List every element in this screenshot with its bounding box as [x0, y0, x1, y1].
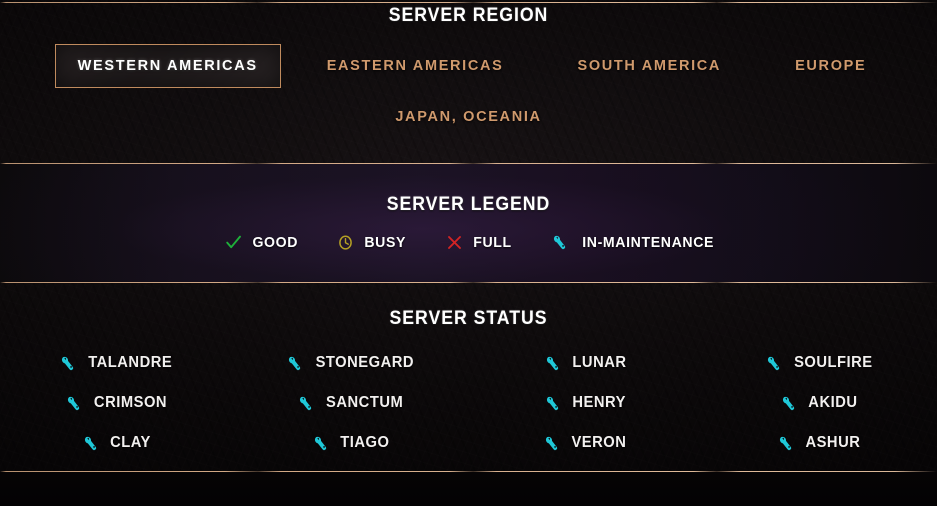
server-name: CLAY [110, 433, 152, 451]
clock-icon [339, 235, 353, 250]
wrench-icon [546, 396, 558, 410]
server-item[interactable]: HENRY [469, 388, 703, 417]
server-name: SOULFIRE [794, 353, 873, 371]
server-name: ASHUR [805, 433, 861, 451]
legend-item-good: GOOD [225, 234, 300, 251]
server-select-panel: SERVER REGION WESTERN AMERICAS EASTERN A… [0, 0, 937, 506]
server-item[interactable]: VERON [469, 428, 703, 457]
region-tab-south-america[interactable]: SOUTH AMERICA [555, 45, 743, 87]
wrench-icon [553, 235, 565, 250]
server-name: HENRY [572, 393, 626, 411]
region-tab-row-primary: WESTERN AMERICAS EASTERN AMERICAS SOUTH … [0, 44, 937, 88]
divider-legend-status [0, 282, 937, 283]
region-tab-eastern-americas[interactable]: EASTERN AMERICAS [305, 45, 526, 87]
server-legend-section: SERVER LEGEND GOOD BUSY FULL IN-MAINTENA… [0, 164, 937, 282]
server-name: AKIDU [808, 393, 858, 411]
server-status-grid: TALANDRE STONEGARD LUNAR SOULFIRE CRIMSO… [0, 348, 937, 457]
wrench-icon [85, 436, 97, 450]
server-legend-title: SERVER LEGEND [386, 194, 551, 215]
legend-item-in-maintenance: IN-MAINTENANCE [551, 233, 718, 251]
wrench-icon [783, 396, 795, 410]
wrench-icon [314, 436, 327, 450]
wrench-icon [780, 436, 792, 450]
wrench-icon [289, 356, 301, 370]
server-item[interactable]: ASHUR [703, 428, 937, 457]
server-name: LUNAR [572, 353, 627, 371]
server-name: CRIMSON [94, 393, 168, 411]
region-tab-western-americas[interactable]: WESTERN AMERICAS [54, 44, 281, 88]
wrench-icon [546, 356, 558, 370]
region-tab-japan-oceania[interactable]: JAPAN, OCEANIA [373, 96, 563, 138]
server-status-title: SERVER STATUS [389, 308, 548, 329]
legend-label-busy: BUSY [364, 233, 407, 251]
server-name: VERON [571, 433, 627, 451]
server-item[interactable]: SOULFIRE [703, 348, 937, 377]
divider-top [0, 2, 937, 3]
server-status-section: SERVER STATUS TALANDRE STONEGARD LUNAR S… [0, 283, 937, 471]
server-item[interactable]: TALANDRE [0, 348, 234, 377]
wrench-icon [768, 356, 780, 370]
server-item[interactable]: CRIMSON [0, 388, 234, 417]
footer-bar [0, 472, 937, 506]
legend-label-full: FULL [473, 233, 512, 251]
server-region-title: SERVER REGION [388, 5, 549, 26]
wrench-icon [546, 436, 558, 450]
region-tab-europe[interactable]: EUROPE [773, 45, 888, 87]
server-item[interactable]: AKIDU [703, 388, 937, 417]
check-icon [226, 235, 241, 248]
server-item[interactable]: CLAY [0, 428, 234, 457]
server-name: SANCTUM [326, 393, 404, 411]
cross-icon [447, 235, 461, 249]
divider-region-legend [0, 163, 937, 164]
wrench-icon [62, 356, 74, 370]
legend-label-in-maintenance: IN-MAINTENANCE [582, 233, 714, 251]
server-name: TIAGO [340, 433, 390, 451]
legend-label-good: GOOD [252, 233, 298, 251]
server-legend-row: GOOD BUSY FULL IN-MAINTENANCE [0, 233, 937, 251]
server-item[interactable]: STONEGARD [234, 348, 468, 377]
divider-bottom [0, 471, 937, 472]
legend-item-busy: BUSY [337, 234, 407, 251]
server-name: TALANDRE [88, 353, 173, 371]
server-region-section: SERVER REGION WESTERN AMERICAS EASTERN A… [0, 3, 937, 163]
server-item[interactable]: SANCTUM [234, 388, 468, 417]
wrench-icon [300, 396, 312, 410]
server-item[interactable]: LUNAR [469, 348, 703, 377]
server-item[interactable]: TIAGO [234, 428, 468, 457]
legend-item-full: FULL [446, 234, 513, 251]
region-tab-row-secondary: JAPAN, OCEANIA [0, 96, 937, 138]
wrench-icon [68, 396, 80, 410]
server-name: STONEGARD [315, 353, 415, 371]
